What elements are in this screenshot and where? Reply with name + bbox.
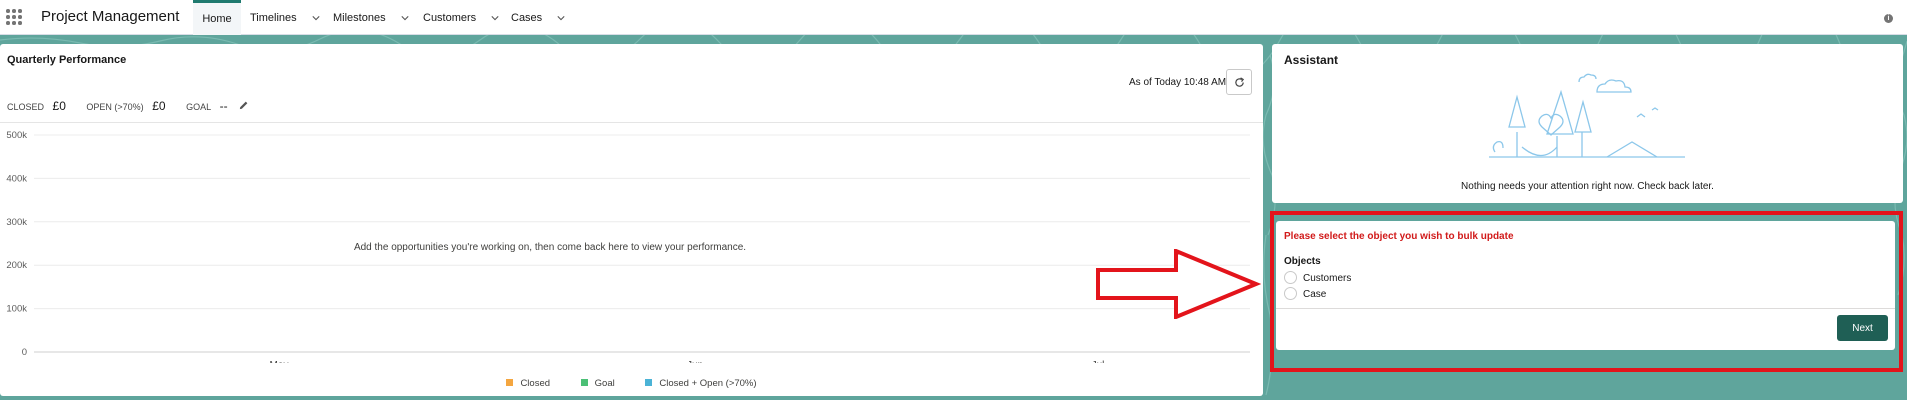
legend-swatch [580,379,588,386]
empty-state-illustration [1489,73,1685,158]
edit-pencil-icon[interactable] [238,100,249,111]
radio-button[interactable] [1284,271,1297,284]
next-button[interactable]: Next [1837,315,1888,341]
y-tick-label: 400k [6,173,27,184]
nav-tab-customers[interactable]: Customers [423,0,499,35]
bulk-update-panel: Please select the object you wish to bul… [1276,221,1895,350]
y-tick-label: 200k [6,260,27,271]
chevron-down-icon[interactable] [312,14,320,22]
legend-item-closed[interactable]: Closed [506,378,550,389]
card-title: Assistant [1284,53,1339,67]
y-tick-label: 0 [22,347,27,358]
radio-option-customers[interactable]: Customers [1284,271,1351,285]
info-icon[interactable]: i [1884,14,1893,23]
nav-tab-milestones[interactable]: Milestones [333,0,409,35]
top-navigation-bar: Project Management Home Timelines Milest… [0,0,1907,35]
divider [1276,308,1895,309]
goal-value: -- [219,99,228,113]
open-label: OPEN (>70%) [86,102,144,112]
radio-label: Case [1303,289,1327,300]
performance-summary: CLOSED £0 OPEN (>70%) £0 GOAL -- [7,99,249,113]
nav-tab-cases[interactable]: Cases [511,0,565,35]
legend-item-goal[interactable]: Goal [580,378,615,389]
radio-button[interactable] [1284,287,1297,300]
legend-label: Closed + Open (>70%) [659,378,757,389]
refresh-button[interactable] [1226,69,1252,95]
x-tick-label: Jul [1092,360,1105,363]
legend-swatch [645,379,653,386]
legend-swatch [506,379,514,386]
legend-label: Goal [594,378,615,389]
x-tick-label: Jun [687,360,703,363]
refresh-icon [1235,77,1245,87]
nav-tab-home[interactable]: Home [193,0,241,35]
legend-item-closed-open[interactable]: Closed + Open (>70%) [645,378,757,389]
nav-tab-label: Cases [511,12,543,24]
radio-label: Customers [1303,273,1352,284]
card-title: Quarterly Performance [7,54,127,66]
nav-tab-label: Milestones [333,12,386,24]
x-tick-label: May [270,360,289,363]
app-name: Project Management [41,8,180,25]
chevron-down-icon[interactable] [401,14,409,22]
nav-tab-label: Home [202,13,232,25]
bulk-update-prompt: Please select the object you wish to bul… [1284,231,1514,242]
as-of-timestamp: As of Today 10:48 AM [1129,77,1227,88]
assistant-message: Nothing needs your attention right now. … [1461,181,1714,192]
y-tick-label: 500k [6,130,27,141]
nav-tab-label: Timelines [250,12,297,24]
objects-label: Objects [1284,256,1321,267]
goal-label: GOAL [186,102,212,112]
radio-option-case[interactable]: Case [1284,287,1326,301]
empty-chart-message: Add the opportunities you're working on,… [353,242,747,253]
open-value: £0 [152,99,166,113]
chart-legend: Closed Goal Closed + Open (>70%) [0,378,1263,389]
chevron-down-icon[interactable] [491,14,499,22]
nav-tab-timelines[interactable]: Timelines [250,0,320,35]
assistant-card: Assistant Nothing needs your attention r… [1272,44,1903,203]
legend-label: Closed [520,378,551,389]
chevron-down-icon[interactable] [557,14,565,22]
quarterly-performance-card: Quarterly Performance As of Today 10:48 … [0,44,1263,396]
closed-label: CLOSED [7,102,45,112]
nav-tab-label: Customers [423,12,477,24]
arrow-right-icon [1096,249,1261,319]
app-launcher-icon[interactable] [6,9,24,27]
y-tick-label: 300k [6,217,27,228]
y-tick-label: 100k [6,304,27,315]
closed-value: £0 [52,99,66,113]
